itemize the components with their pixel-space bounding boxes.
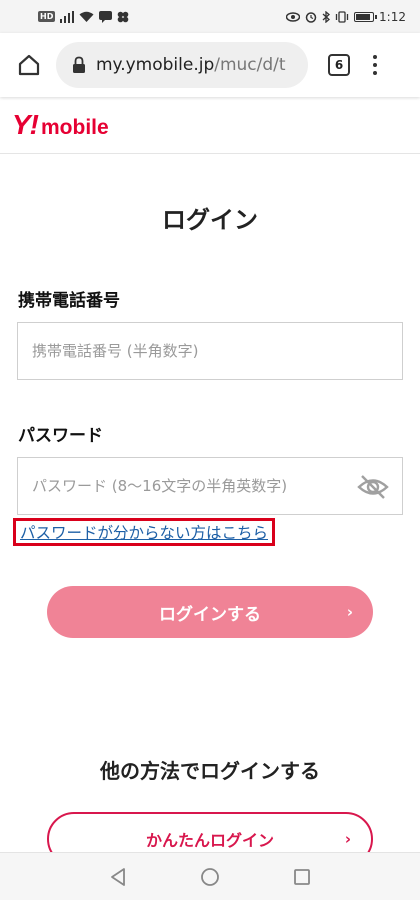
login-button-label: ログインする xyxy=(159,604,261,625)
password-input[interactable] xyxy=(32,458,402,514)
menu-dot-icon xyxy=(373,55,377,59)
phone-input[interactable] xyxy=(32,323,402,379)
logo-mark: Y! xyxy=(12,109,39,140)
vibrate-icon xyxy=(335,10,349,23)
chevron-right-icon: › xyxy=(346,603,353,621)
home-nav-button[interactable] xyxy=(199,866,221,888)
password-label: パスワード xyxy=(18,426,103,446)
page-title: ログイン xyxy=(162,206,258,234)
recents-square-icon xyxy=(294,868,310,885)
alarm-icon xyxy=(305,11,317,23)
ymobile-logo[interactable]: Y! mobile xyxy=(12,109,109,141)
menu-dot-icon xyxy=(373,63,377,67)
pinwheel-icon xyxy=(118,11,129,22)
hd-badge: HD xyxy=(38,11,56,22)
home-button[interactable] xyxy=(14,50,44,80)
url-bar[interactable]: my.ymobile.jp/muc/d/t xyxy=(56,42,308,88)
browser-menu-button[interactable] xyxy=(370,55,380,75)
eye-comfort-icon xyxy=(286,11,301,22)
browser-toolbar: my.ymobile.jp/muc/d/t 6 xyxy=(0,33,420,97)
tab-switcher-button[interactable]: 6 xyxy=(328,54,350,76)
menu-dot-icon xyxy=(373,71,377,75)
signal-icon xyxy=(60,10,75,23)
url-path: /muc/d/t xyxy=(214,55,286,75)
forgot-password-link[interactable]: パスワードが分からない方はこちら xyxy=(13,518,276,546)
other-login-title: 他の方法でログインする xyxy=(100,759,320,783)
bluetooth-icon xyxy=(322,10,331,23)
back-button[interactable] xyxy=(107,866,129,888)
wifi-icon xyxy=(79,11,94,22)
chevron-right-icon: › xyxy=(344,830,351,848)
home-icon xyxy=(18,54,40,76)
home-circle-icon xyxy=(201,867,219,886)
status-icons-right: 1:12 xyxy=(286,10,406,24)
login-button[interactable]: ログインする › xyxy=(47,586,373,638)
battery-level xyxy=(356,13,370,20)
back-triangle-icon xyxy=(111,867,125,886)
system-navigation-bar xyxy=(0,852,420,900)
status-icons-left: HD xyxy=(38,10,129,23)
logo-text: mobile xyxy=(41,116,109,139)
battery-icon xyxy=(354,11,378,22)
status-bar: HD 1:12 xyxy=(0,0,420,33)
password-field xyxy=(17,457,403,515)
phone-field xyxy=(17,322,403,380)
clock: 1:12 xyxy=(379,9,406,24)
recents-button[interactable] xyxy=(291,866,313,888)
lock-icon xyxy=(73,56,85,73)
show-password-icon[interactable] xyxy=(356,472,390,502)
phone-label: 携帯電話番号 xyxy=(18,291,120,311)
url-domain: my.ymobile.jp xyxy=(96,55,215,75)
easy-login-button-label: かんたんログイン xyxy=(145,831,274,850)
site-header: Y! mobile xyxy=(0,97,420,154)
url-text: my.ymobile.jp/muc/d/t xyxy=(96,55,286,75)
message-icon xyxy=(99,10,113,23)
